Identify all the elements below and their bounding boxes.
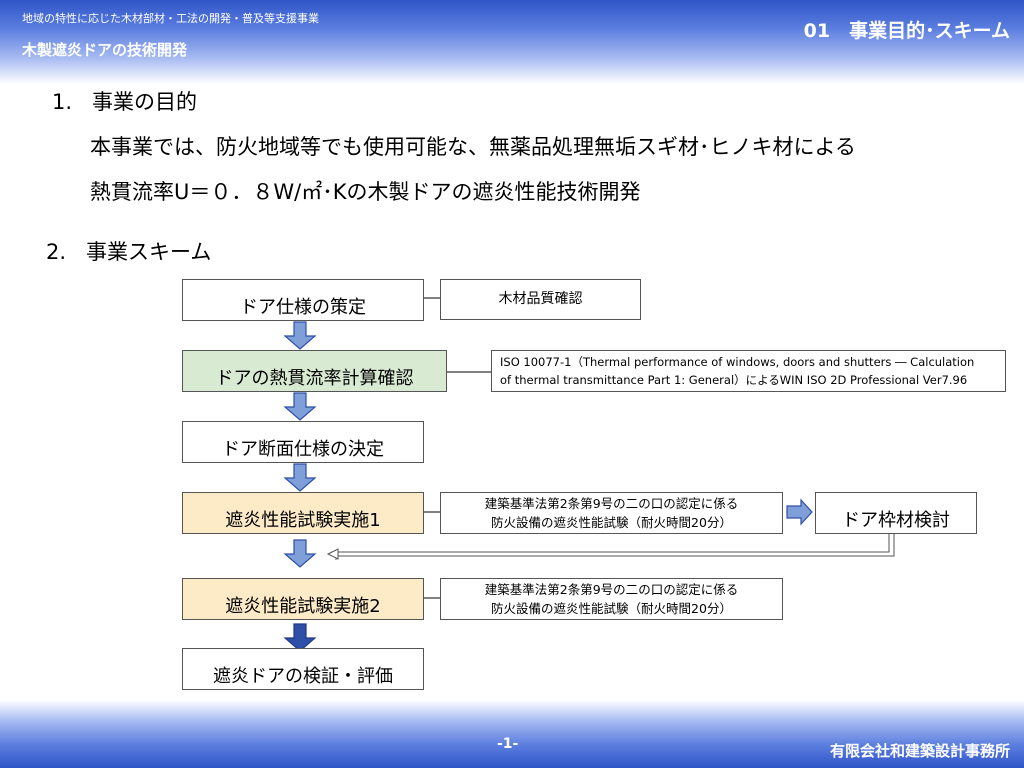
page-number: -1- — [497, 736, 519, 752]
feedback-line — [336, 534, 895, 557]
down-arrow-icon — [283, 463, 317, 492]
note-fire-test-2-line-1: 建築基準法第2条第9号の二の口の認定に係る — [484, 582, 739, 597]
down-arrow-dark-icon — [283, 623, 317, 652]
down-arrow-icon — [283, 539, 317, 568]
note-fire-test-2-line-2: 防火設備の遮炎性能試験（耐火時間20分） — [491, 601, 732, 616]
feedback-arrowhead — [326, 548, 339, 560]
note-wood-quality-text: 木材品質確認 — [498, 291, 583, 307]
step-verification: 遮炎ドアの検証・評価 — [182, 648, 424, 690]
note-iso-line-2: of thermal transmittance Part 1: General… — [500, 373, 968, 387]
note-fire-test-1: 建築基準法第2条第9号の二の口の認定に係る 防火設備の遮炎性能試験（耐火時間20… — [440, 492, 783, 534]
down-arrow-icon — [283, 392, 317, 421]
note-iso-line-1: ISO 10077-1（Thermal performance of windo… — [500, 355, 975, 369]
company-name: 有限会社和建築設計事務所 — [829, 742, 1010, 760]
step-fire-test-2: 遮炎性能試験実施2 — [182, 578, 424, 620]
step-frame-study: ドア枠材検討 — [815, 492, 977, 534]
right-arrow-icon — [786, 498, 813, 526]
step-section-spec: ドア断面仕様の決定 — [182, 421, 424, 463]
step-door-spec: ドア仕様の策定 — [182, 279, 424, 321]
step-fire-test-1: 遮炎性能試験実施1 — [182, 492, 424, 534]
note-iso-standard: ISO 10077-1（Thermal performance of windo… — [491, 350, 1006, 392]
note-fire-test-2: 建築基準法第2条第9号の二の口の認定に係る 防火設備の遮炎性能試験（耐火時間20… — [440, 578, 783, 620]
note-wood-quality: 木材品質確認 — [440, 279, 641, 320]
note-fire-test-1-line-1: 建築基準法第2条第9号の二の口の認定に係る — [484, 496, 739, 511]
down-arrow-icon — [283, 321, 317, 350]
step-thermal-calc: ドアの熱貫流率計算確認 — [182, 350, 447, 392]
note-fire-test-1-line-2: 防火設備の遮炎性能試験（耐火時間20分） — [491, 515, 732, 530]
